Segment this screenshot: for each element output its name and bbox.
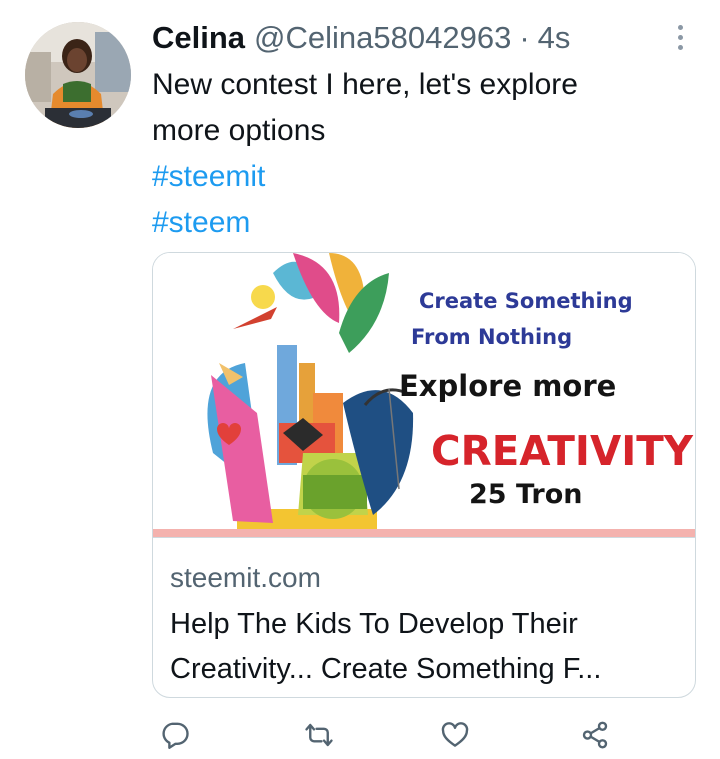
retweet-button[interactable] — [296, 712, 342, 758]
like-button[interactable] — [432, 712, 478, 758]
retweet-icon — [305, 723, 333, 747]
tweet-text-line: more options — [152, 114, 326, 147]
timestamp[interactable]: 4s — [538, 20, 571, 56]
hashtag-link[interactable]: #steemit — [152, 154, 692, 200]
card-title: Help The Kids To Develop Their Creativit… — [170, 602, 685, 692]
card-title-line: Creativity... Create Something F... — [170, 653, 602, 685]
card-illustration: Create Something From Nothing Explore mo… — [153, 253, 695, 537]
image-text-line4: CREATIVITY — [431, 427, 694, 475]
more-dot — [677, 44, 683, 50]
reply-icon — [162, 722, 189, 749]
card-title-line: Help The Kids To Develop Their — [170, 608, 578, 640]
card-image: Create Something From Nothing Explore mo… — [153, 253, 695, 537]
like-icon — [441, 722, 469, 747]
image-text-line5: 25 Tron — [469, 479, 583, 510]
share-icon — [582, 721, 608, 749]
image-text-line1: Create Something — [419, 289, 633, 313]
display-name[interactable]: Celina — [152, 20, 245, 56]
user-handle[interactable]: @Celina58042963 — [254, 20, 511, 56]
avatar-photo — [25, 22, 131, 128]
action-bar — [152, 712, 696, 759]
avatar[interactable] — [25, 22, 131, 128]
hashtag-link[interactable]: #steem — [152, 200, 692, 246]
more-dot — [677, 24, 683, 30]
card-domain: steemit.com — [170, 562, 321, 593]
tweet-header: Celina @Celina58042963 · 4s — [152, 18, 570, 58]
share-button[interactable] — [572, 712, 618, 758]
separator-dot: · — [519, 20, 530, 55]
link-preview-card[interactable]: Create Something From Nothing Explore mo… — [152, 252, 696, 698]
image-text-line3: Explore more — [399, 369, 616, 403]
more-dot — [677, 34, 683, 40]
card-footer: steemit.com Help The Kids To Develop The… — [153, 537, 695, 697]
tweet-text: New contest I here, let's explore more o… — [152, 62, 692, 246]
image-text-line2: From Nothing — [411, 325, 572, 349]
tweet-text-line: New contest I here, let's explore — [152, 68, 578, 101]
more-options-button[interactable] — [664, 20, 696, 54]
reply-button[interactable] — [152, 712, 198, 758]
